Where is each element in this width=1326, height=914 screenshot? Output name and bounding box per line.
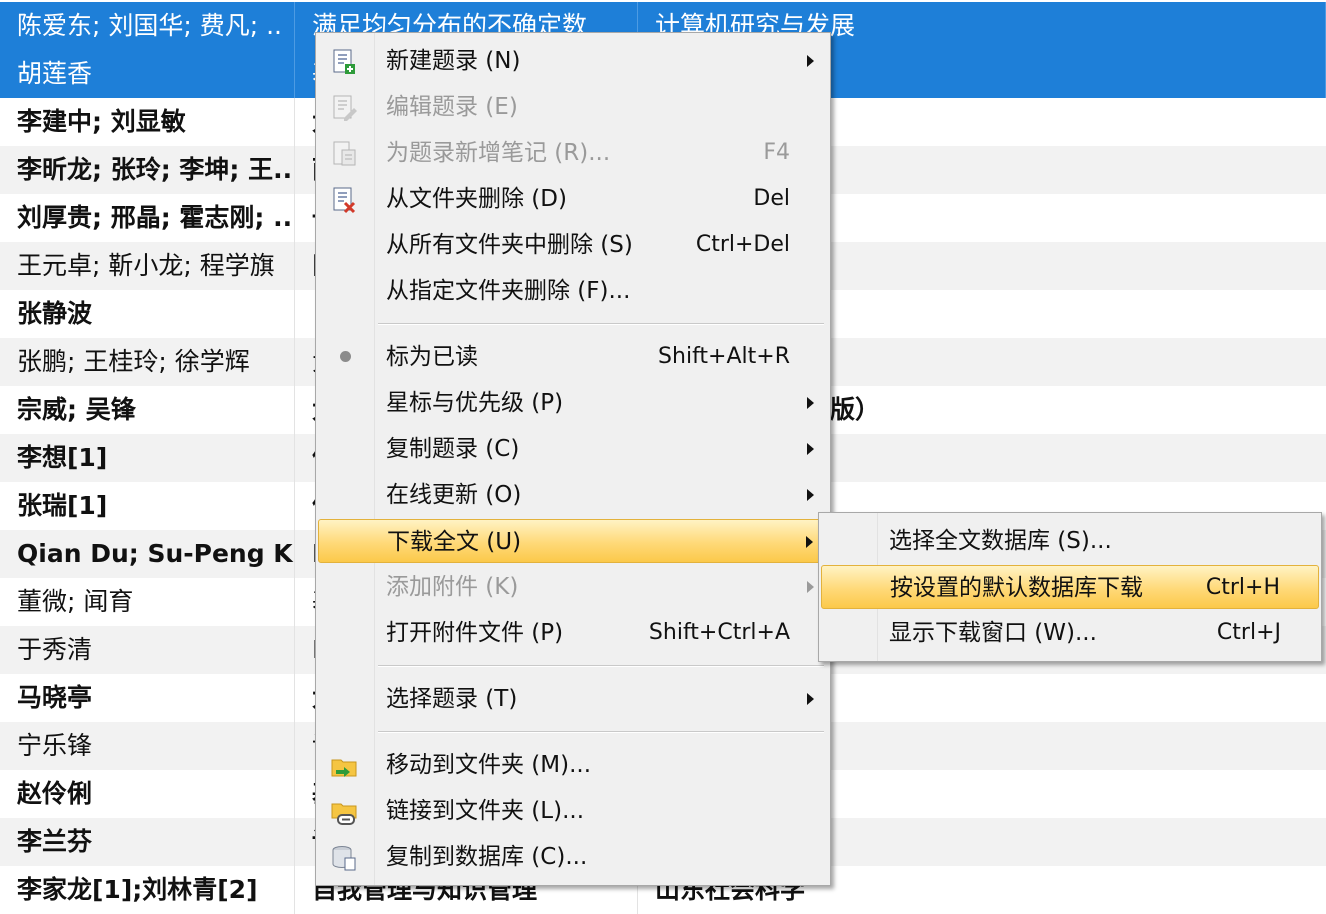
menu-separator: [378, 665, 824, 667]
menu-item-shortcut: Shift+Ctrl+A: [648, 620, 790, 645]
submenu-item-2[interactable]: 按设置的默认数据库下载 Ctrl+H: [821, 565, 1319, 609]
menu-item-label: 新建题录 (N): [386, 48, 521, 74]
submenu-arrow-icon: [807, 581, 814, 593]
menu-item-7[interactable]: 标为已读 Shift+Alt+R: [318, 335, 828, 379]
menu-item-label: 标为已读: [386, 344, 478, 370]
author-cell: 赵伶俐: [0, 770, 295, 818]
menu-item-label: 打开附件文件 (P): [386, 620, 564, 646]
menu-item-14[interactable]: 选择题录 (T): [318, 677, 828, 721]
menu-item-label: 在线更新 (O): [386, 482, 522, 508]
author-cell: 李家龙[1];刘林青[2]: [0, 866, 295, 914]
delete-from-folder-icon: [330, 186, 358, 214]
author-cell: 于秀清: [0, 626, 295, 674]
menu-item-label: 选择题录 (T): [386, 686, 518, 712]
menu-item-11[interactable]: 下载全文 (U): [318, 519, 828, 563]
author-cell: Qian Du; Su-Peng K.: [0, 530, 295, 578]
author-cell: 张鹏; 王桂玲; 徐学辉: [0, 338, 295, 386]
edit-reference-icon: [330, 94, 358, 122]
menu-item-label: 星标与优先级 (P): [386, 390, 564, 416]
menu-item-1[interactable]: 新建题录 (N): [318, 39, 828, 83]
menu-item-shortcut: Del: [753, 186, 790, 211]
copy-to-database-icon: [330, 844, 358, 872]
author-cell: 宗威; 吴锋: [0, 386, 295, 434]
author-cell: 张瑞[1]: [0, 482, 295, 530]
submenu-item-shortcut: Ctrl+J: [1216, 620, 1281, 645]
menu-item-label: 编辑题录 (E): [386, 94, 518, 120]
move-to-folder-icon: [330, 752, 358, 780]
submenu-item-label: 显示下载窗口 (W)...: [889, 620, 1097, 646]
menu-item-15[interactable]: 移动到文件夹 (M)...: [318, 743, 828, 787]
menu-item-label: 复制题录 (C): [386, 436, 520, 462]
menu-item-label: 从文件夹删除 (D): [386, 186, 567, 212]
menu-item-5[interactable]: 从所有文件夹中删除 (S) Ctrl+Del: [318, 223, 828, 267]
menu-item-shortcut: Shift+Alt+R: [658, 344, 790, 369]
author-cell: 张静波: [0, 290, 295, 338]
menu-item-17[interactable]: 复制到数据库 (C)...: [318, 835, 828, 879]
context-menu: 新建题录 (N) 编辑题录 (E) 为题录新增笔记 (R)... F4 从文件夹删除 (…: [315, 32, 831, 886]
submenu-item-label: 选择全文数据库 (S)...: [889, 528, 1112, 554]
menu-item-shortcut: F4: [763, 140, 790, 165]
new-reference-icon: [330, 48, 358, 76]
submenu-item-3[interactable]: 显示下载窗口 (W)... Ctrl+J: [821, 611, 1319, 655]
submenu-item-shortcut: Ctrl+H: [1205, 575, 1280, 600]
menu-item-4[interactable]: 从文件夹删除 (D) Del: [318, 177, 828, 221]
author-cell: 刘厚贵; 邢晶; 霍志刚; ..: [0, 194, 295, 242]
author-cell: 李兰芬: [0, 818, 295, 866]
add-note-icon: [330, 140, 358, 168]
menu-item-6[interactable]: 从指定文件夹删除 (F)...: [318, 269, 828, 313]
submenu-arrow-icon: [806, 536, 813, 548]
author-cell: 李昕龙; 张玲; 李坤; 王..: [0, 146, 295, 194]
menu-item-shortcut: Ctrl+Del: [695, 232, 790, 257]
submenu-item-1[interactable]: 选择全文数据库 (S)...: [821, 519, 1319, 563]
menu-item-label: 添加附件 (K): [386, 574, 519, 600]
menu-item-3: 为题录新增笔记 (R)... F4: [318, 131, 828, 175]
author-cell: 陈爱东; 刘国华; 费凡; ..: [0, 2, 295, 50]
menu-item-2: 编辑题录 (E): [318, 85, 828, 129]
link-to-folder-icon: [330, 798, 358, 826]
menu-item-label: 为题录新增笔记 (R)...: [386, 140, 611, 166]
download-fulltext-submenu: 选择全文数据库 (S)... 按设置的默认数据库下载 Ctrl+H 显示下载窗口 (W…: [818, 512, 1322, 662]
menu-item-label: 从所有文件夹中删除 (S): [386, 232, 633, 258]
author-cell: 王元卓; 靳小龙; 程学旗: [0, 242, 295, 290]
menu-item-label: 复制到数据库 (C)...: [386, 844, 588, 870]
menu-item-12: 添加附件 (K): [318, 565, 828, 609]
menu-separator: [378, 731, 824, 733]
read-dot-icon: [340, 351, 351, 362]
menu-item-9[interactable]: 复制题录 (C): [318, 427, 828, 471]
author-cell: 宁乐锋: [0, 722, 295, 770]
menu-item-13[interactable]: 打开附件文件 (P) Shift+Ctrl+A: [318, 611, 828, 655]
menu-item-label: 链接到文件夹 (L)...: [386, 798, 585, 824]
menu-item-16[interactable]: 链接到文件夹 (L)...: [318, 789, 828, 833]
menu-item-8[interactable]: 星标与优先级 (P): [318, 381, 828, 425]
author-cell: 胡莲香: [0, 50, 295, 98]
author-cell: 李建中; 刘显敏: [0, 98, 295, 146]
author-cell: 李想[1]: [0, 434, 295, 482]
author-cell: 董微; 闻育: [0, 578, 295, 626]
menu-item-label: 下载全文 (U): [387, 529, 522, 555]
submenu-arrow-icon: [807, 55, 814, 67]
author-cell: 马晓亭: [0, 674, 295, 722]
menu-item-label: 从指定文件夹删除 (F)...: [386, 278, 631, 304]
submenu-item-label: 按设置的默认数据库下载: [890, 575, 1143, 601]
submenu-arrow-icon: [807, 397, 814, 409]
submenu-arrow-icon: [807, 443, 814, 455]
menu-separator: [378, 323, 824, 325]
submenu-arrow-icon: [807, 693, 814, 705]
menu-item-label: 移动到文件夹 (M)...: [386, 752, 592, 778]
menu-item-10[interactable]: 在线更新 (O): [318, 473, 828, 517]
submenu-arrow-icon: [807, 489, 814, 501]
